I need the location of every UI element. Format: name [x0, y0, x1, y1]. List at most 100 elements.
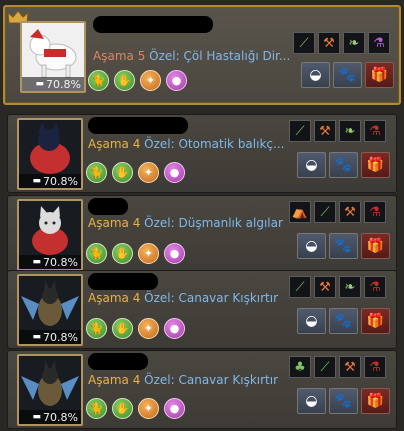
pet-portrait[interactable]: ▬ 70.8% [17, 354, 83, 426]
care-button[interactable]: 🐾 [329, 308, 358, 334]
pet-portrait[interactable]: ▬ 70.8% [17, 274, 83, 346]
hand-skill-icon[interactable]: ✋ [112, 162, 133, 183]
axe-icon[interactable]: ⚒ [318, 32, 340, 54]
pet-card[interactable]: ▬ 70.8% Aşama 4 Özel: Canavar Kışkırtır 🐈… [7, 350, 397, 429]
paw-print-icon: 🐾 [334, 238, 353, 254]
feed-button[interactable]: ◒ [297, 152, 326, 178]
pet-name-redacted [88, 117, 188, 134]
axe-icon[interactable]: ⚒ [314, 120, 336, 142]
ability-tiles: ⟋ ⚒ ❧ ⚗ [289, 120, 386, 142]
care-button[interactable]: 🐾 [329, 152, 358, 178]
bowl-icon: ◒ [305, 238, 318, 254]
potion-skill-icon[interactable]: ● [166, 70, 187, 91]
feed-button[interactable]: ◒ [301, 62, 330, 88]
bat-pet-image [21, 360, 79, 406]
cat-skill-icon[interactable]: 🐈 [88, 70, 109, 91]
cat-skill-icon[interactable]: 🐈 [86, 162, 107, 183]
ability-tiles: ⛺ ⟋ ⚒ ⚗ [289, 201, 386, 223]
potion-tile-icon[interactable]: ⚗ [368, 32, 390, 54]
gift-button[interactable]: 🎁 [361, 388, 390, 414]
bowl-icon: ◒ [305, 157, 318, 173]
gift-box-icon: 🎁 [370, 67, 389, 83]
tent-icon[interactable]: ⛺ [289, 201, 311, 223]
clover-icon[interactable]: ♣ [289, 356, 311, 378]
feed-button[interactable]: ◒ [297, 308, 326, 334]
hand-skill-icon[interactable]: ✋ [112, 398, 133, 419]
wing-icon[interactable]: ❧ [339, 120, 361, 142]
cat-skill-icon[interactable]: 🐈 [86, 318, 107, 339]
hand-skill-icon[interactable]: ✋ [112, 318, 133, 339]
pet-title: Aşama 4 Özel: Otomatik balıkç... [88, 137, 285, 151]
skill-icons: 🐈 ✋ ✦ ● [86, 318, 185, 339]
hand-skill-icon[interactable]: ✋ [114, 70, 135, 91]
potion-skill-icon[interactable]: ● [164, 243, 185, 264]
compass-skill-icon[interactable]: ✦ [138, 243, 159, 264]
fishing-rod-icon[interactable]: ⟋ [314, 356, 336, 378]
bat-pet-image [21, 280, 79, 326]
compass-skill-icon[interactable]: ✦ [140, 70, 161, 91]
gift-button[interactable]: 🎁 [361, 308, 390, 334]
card-action-buttons: ◒ 🐾 🎁 [301, 62, 394, 88]
pet-title: Aşama 5 Özel: Çöl Hastalığı Dir... [93, 49, 291, 63]
potion-skill-icon[interactable]: ● [164, 162, 185, 183]
card-action-buttons: ◒ 🐾 🎁 [297, 152, 390, 178]
pet-card[interactable]: ▬ 70.8% Aşama 4 Özel: Düşmanlık algılar 🐈… [7, 195, 397, 274]
cat-skill-icon[interactable]: 🐈 [86, 243, 107, 264]
pet-card[interactable]: ▬ 70.8% Aşama 4 Özel: Canavar Kışkırtır 🐈… [7, 270, 397, 349]
wing-icon[interactable]: ❧ [343, 32, 365, 54]
pet-title: Aşama 4 Özel: Düşmanlık algılar [88, 216, 283, 230]
gift-button[interactable]: 🎁 [361, 233, 390, 259]
fishing-rod-icon[interactable]: ⟋ [289, 276, 311, 298]
card-action-buttons: ◒ 🐾 🎁 [297, 388, 390, 414]
care-button[interactable]: 🐾 [329, 388, 358, 414]
pet-portrait[interactable]: ▬ 70.8% [17, 199, 83, 271]
pet-name-redacted [88, 198, 128, 215]
feed-button[interactable]: ◒ [297, 388, 326, 414]
axe-icon[interactable]: ⚒ [339, 356, 361, 378]
cat-pet-image [32, 206, 68, 255]
paw-icon: ▬ [35, 79, 45, 89]
compass-skill-icon[interactable]: ✦ [138, 398, 159, 419]
pet-portrait[interactable]: ▬ 70.8% [20, 21, 86, 93]
ability-tiles: ⟋ ⚒ ❧ ⚗ [289, 276, 386, 298]
ability-tiles: ♣ ⟋ ⚒ ⚗ [289, 356, 386, 378]
potion-tile-icon[interactable]: ⚗ [364, 276, 386, 298]
wing-icon[interactable]: ❧ [339, 276, 361, 298]
pet-name-redacted [88, 353, 148, 370]
pet-portrait[interactable]: ▬ 70.8% [17, 118, 83, 190]
compass-skill-icon[interactable]: ✦ [138, 162, 159, 183]
paw-print-icon: 🐾 [334, 157, 353, 173]
potion-skill-icon[interactable]: ● [164, 318, 185, 339]
cat-skill-icon[interactable]: 🐈 [86, 398, 107, 419]
gift-button[interactable]: 🎁 [361, 152, 390, 178]
axe-icon[interactable]: ⚒ [339, 201, 361, 223]
pet-card-selected[interactable]: ▬ 70.8% Aşama 5 Özel: Çöl Hastalığı Dir..… [3, 5, 401, 105]
skill-icons: 🐈 ✋ ✦ ● [86, 162, 185, 183]
dog-pet-image [30, 122, 70, 174]
care-button[interactable]: 🐾 [333, 62, 362, 88]
fishing-rod-icon[interactable]: ⟋ [293, 32, 315, 54]
potion-tile-icon[interactable]: ⚗ [364, 201, 386, 223]
ability-tiles: ⟋ ⚒ ❧ ⚗ [293, 32, 390, 54]
fishing-rod-icon[interactable]: ⟋ [314, 201, 336, 223]
pet-name-redacted [88, 273, 158, 290]
affection-percent: ▬ 70.8% [19, 255, 81, 269]
potion-tile-icon[interactable]: ⚗ [364, 120, 386, 142]
pet-title: Aşama 4 Özel: Canavar Kışkırtır [88, 373, 279, 387]
pet-card[interactable]: ▬ 70.8% Aşama 4 Özel: Otomatik balıkç... … [7, 114, 397, 193]
care-button[interactable]: 🐾 [329, 233, 358, 259]
gift-button[interactable]: 🎁 [365, 62, 394, 88]
potion-tile-icon[interactable]: ⚗ [364, 356, 386, 378]
potion-skill-icon[interactable]: ● [164, 398, 185, 419]
card-action-buttons: ◒ 🐾 🎁 [297, 233, 390, 259]
fishing-rod-icon[interactable]: ⟋ [289, 120, 311, 142]
feed-button[interactable]: ◒ [297, 233, 326, 259]
hand-skill-icon[interactable]: ✋ [112, 243, 133, 264]
compass-skill-icon[interactable]: ✦ [138, 318, 159, 339]
skill-icons: 🐈 ✋ ✦ ● [86, 398, 185, 419]
skill-icons: 🐈 ✋ ✦ ● [88, 70, 187, 91]
gift-box-icon: 🎁 [366, 157, 385, 173]
affection-percent: ▬ 70.8% [19, 330, 81, 344]
axe-icon[interactable]: ⚒ [314, 276, 336, 298]
gift-box-icon: 🎁 [366, 393, 385, 409]
